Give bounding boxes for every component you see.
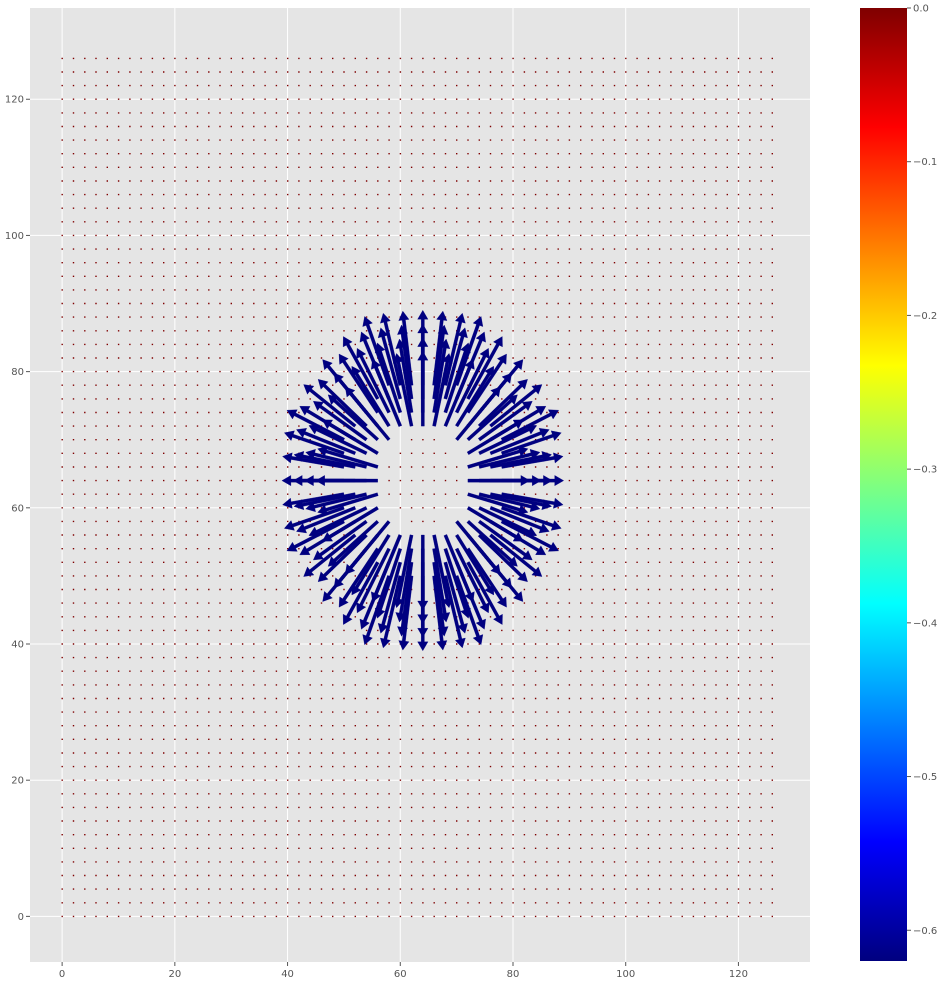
colorbar: 0.0 −0.1 −0.2 −0.3 −0.4 −0.5 −0.6 [860, 4, 937, 961]
x-tick-label: 40 [281, 969, 294, 980]
x-axis: 0 20 40 60 80 100 120 [59, 962, 748, 980]
y-tick-label: 40 [11, 640, 24, 651]
quiver-figure: 0 20 40 60 80 100 120 0 20 40 60 80 100 120 0.0 −0.1 −… [5, 4, 937, 981]
y-axis: 0 20 40 60 80 100 120 [5, 95, 30, 923]
colorbar-gradient [860, 8, 907, 961]
x-tick-label: 120 [729, 969, 748, 980]
x-tick-label: 0 [59, 969, 65, 980]
colorbar-tick-label: −0.2 [913, 311, 937, 322]
x-tick-label: 60 [394, 969, 407, 980]
colorbar-tick-label: −0.1 [913, 157, 937, 168]
colorbar-ticks: 0.0 −0.1 −0.2 −0.3 −0.4 −0.5 −0.6 [907, 4, 937, 937]
x-tick-label: 100 [616, 969, 635, 980]
colorbar-tick-label: −0.6 [913, 926, 937, 937]
y-tick-label: 0 [18, 912, 24, 923]
y-tick-label: 60 [11, 503, 24, 514]
x-tick-label: 80 [507, 969, 520, 980]
y-tick-label: 80 [11, 367, 24, 378]
plot-background [30, 8, 810, 962]
colorbar-tick-label: −0.3 [913, 465, 937, 476]
y-tick-label: 120 [5, 95, 24, 106]
colorbar-tick-label: 0.0 [913, 4, 929, 15]
plot-area [30, 8, 810, 962]
x-tick-label: 20 [168, 969, 181, 980]
y-tick-label: 100 [5, 231, 24, 242]
colorbar-tick-label: −0.4 [913, 618, 937, 629]
colorbar-tick-label: −0.5 [913, 772, 937, 783]
y-tick-label: 20 [11, 776, 24, 787]
